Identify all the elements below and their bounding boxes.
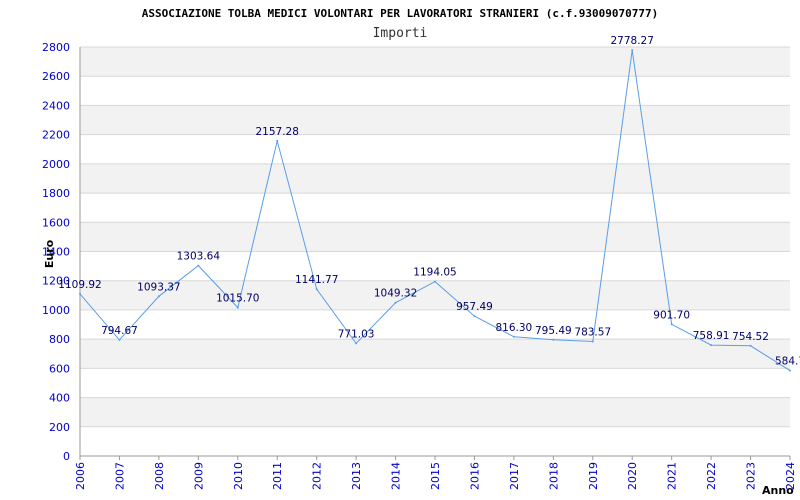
x-tick-label: 2013 (350, 462, 363, 490)
data-label: 901.70 (653, 309, 690, 321)
data-label: 1015.70 (216, 293, 259, 305)
data-point (276, 139, 279, 142)
data-point (789, 369, 791, 372)
data-point (355, 342, 358, 345)
y-tick-label: 600 (49, 362, 70, 375)
data-label: 783.57 (574, 327, 611, 339)
data-point (236, 306, 239, 309)
data-point (157, 295, 160, 298)
x-tick-label: 2014 (390, 462, 403, 490)
data-label: 1303.64 (177, 251, 221, 263)
plot-band (80, 134, 790, 164)
data-label: 1109.92 (58, 279, 101, 291)
data-point (394, 301, 397, 304)
data-point (552, 338, 555, 341)
data-label: 957.49 (456, 301, 493, 313)
data-label: 771.03 (338, 328, 375, 340)
plot-band (80, 105, 790, 135)
data-label: 1194.05 (413, 267, 456, 279)
y-tick-label: 2600 (42, 70, 70, 83)
y-tick-label: 1000 (42, 304, 70, 317)
x-tick-label: 2020 (626, 462, 639, 490)
y-tick-label: 2200 (42, 129, 70, 142)
line-chart: 0200400600800100012001400160018002000220… (42, 7, 800, 497)
x-tick-label: 2008 (153, 462, 166, 490)
plot-band (80, 426, 790, 456)
x-tick-label: 2022 (705, 462, 718, 490)
x-tick-labels: 2006 2007 2008 2009 2010 2011 2012 2013 2014 2015… (74, 462, 797, 490)
y-tick-label: 2800 (42, 41, 70, 54)
x-tick-label: 2017 (508, 462, 521, 490)
data-point (434, 280, 436, 283)
data-point (197, 264, 200, 267)
chart-title: ASSOCIAZIONE TOLBA MEDICI VOLONTARI PER … (142, 7, 659, 20)
x-tick-label: 2012 (311, 462, 324, 490)
data-point (473, 315, 476, 318)
data-label: 1049.32 (374, 288, 417, 300)
x-tick-label: 2006 (74, 462, 87, 490)
data-point (710, 344, 713, 347)
x-tick-label: 2015 (429, 462, 442, 490)
y-tick-label: 1600 (42, 216, 70, 229)
data-point (79, 292, 81, 295)
y-tick-label: 1800 (42, 187, 70, 200)
plot-band (80, 368, 790, 398)
plot-band (80, 47, 790, 77)
plot-band (80, 193, 790, 223)
y-tick-label: 200 (49, 421, 70, 434)
chart-subtitle: Importi (373, 26, 428, 41)
data-label: 758.91 (693, 330, 730, 342)
x-tick-label: 2007 (113, 462, 126, 490)
data-point (315, 288, 318, 291)
data-label: 795.49 (535, 325, 572, 337)
x-tick-label: 2023 (745, 462, 758, 490)
x-tick-label: 2011 (271, 462, 284, 490)
data-point (512, 335, 515, 338)
data-label: 754.52 (732, 331, 769, 343)
plot-band (80, 397, 790, 427)
y-tick-label: 400 (49, 392, 70, 405)
plot-band (80, 163, 790, 194)
x-tick-label: 2016 (468, 462, 481, 490)
y-tick-label: 2000 (42, 158, 70, 171)
x-tick-label: 2019 (587, 462, 600, 490)
plot-band (80, 339, 790, 369)
plot-band (80, 222, 790, 252)
y-tick-label: 800 (49, 333, 70, 346)
data-label: 816.30 (496, 322, 533, 334)
data-point (749, 344, 752, 347)
x-tick-label: 2021 (666, 462, 679, 490)
x-tick-label: 2010 (232, 462, 245, 490)
data-label: 794.67 (101, 325, 138, 337)
data-point (670, 323, 673, 326)
y-axis-label: Euro (43, 239, 56, 268)
data-label: 2157.28 (256, 126, 299, 138)
x-tick-label: 2009 (192, 462, 205, 490)
plot-band (80, 280, 790, 310)
data-label: 1093.37 (137, 281, 180, 293)
x-tick-label: 2018 (547, 462, 560, 490)
data-point (118, 338, 121, 341)
data-label: 1141.77 (295, 274, 338, 286)
y-tick-label: 2400 (42, 99, 70, 112)
plot-band (80, 76, 790, 106)
data-point (631, 49, 634, 52)
data-label: 2778.27 (611, 35, 654, 47)
data-point (591, 340, 594, 343)
data-label: 584.7 (775, 356, 800, 368)
y-tick-label: 0 (63, 450, 70, 463)
x-axis-label: Anno (762, 484, 794, 497)
